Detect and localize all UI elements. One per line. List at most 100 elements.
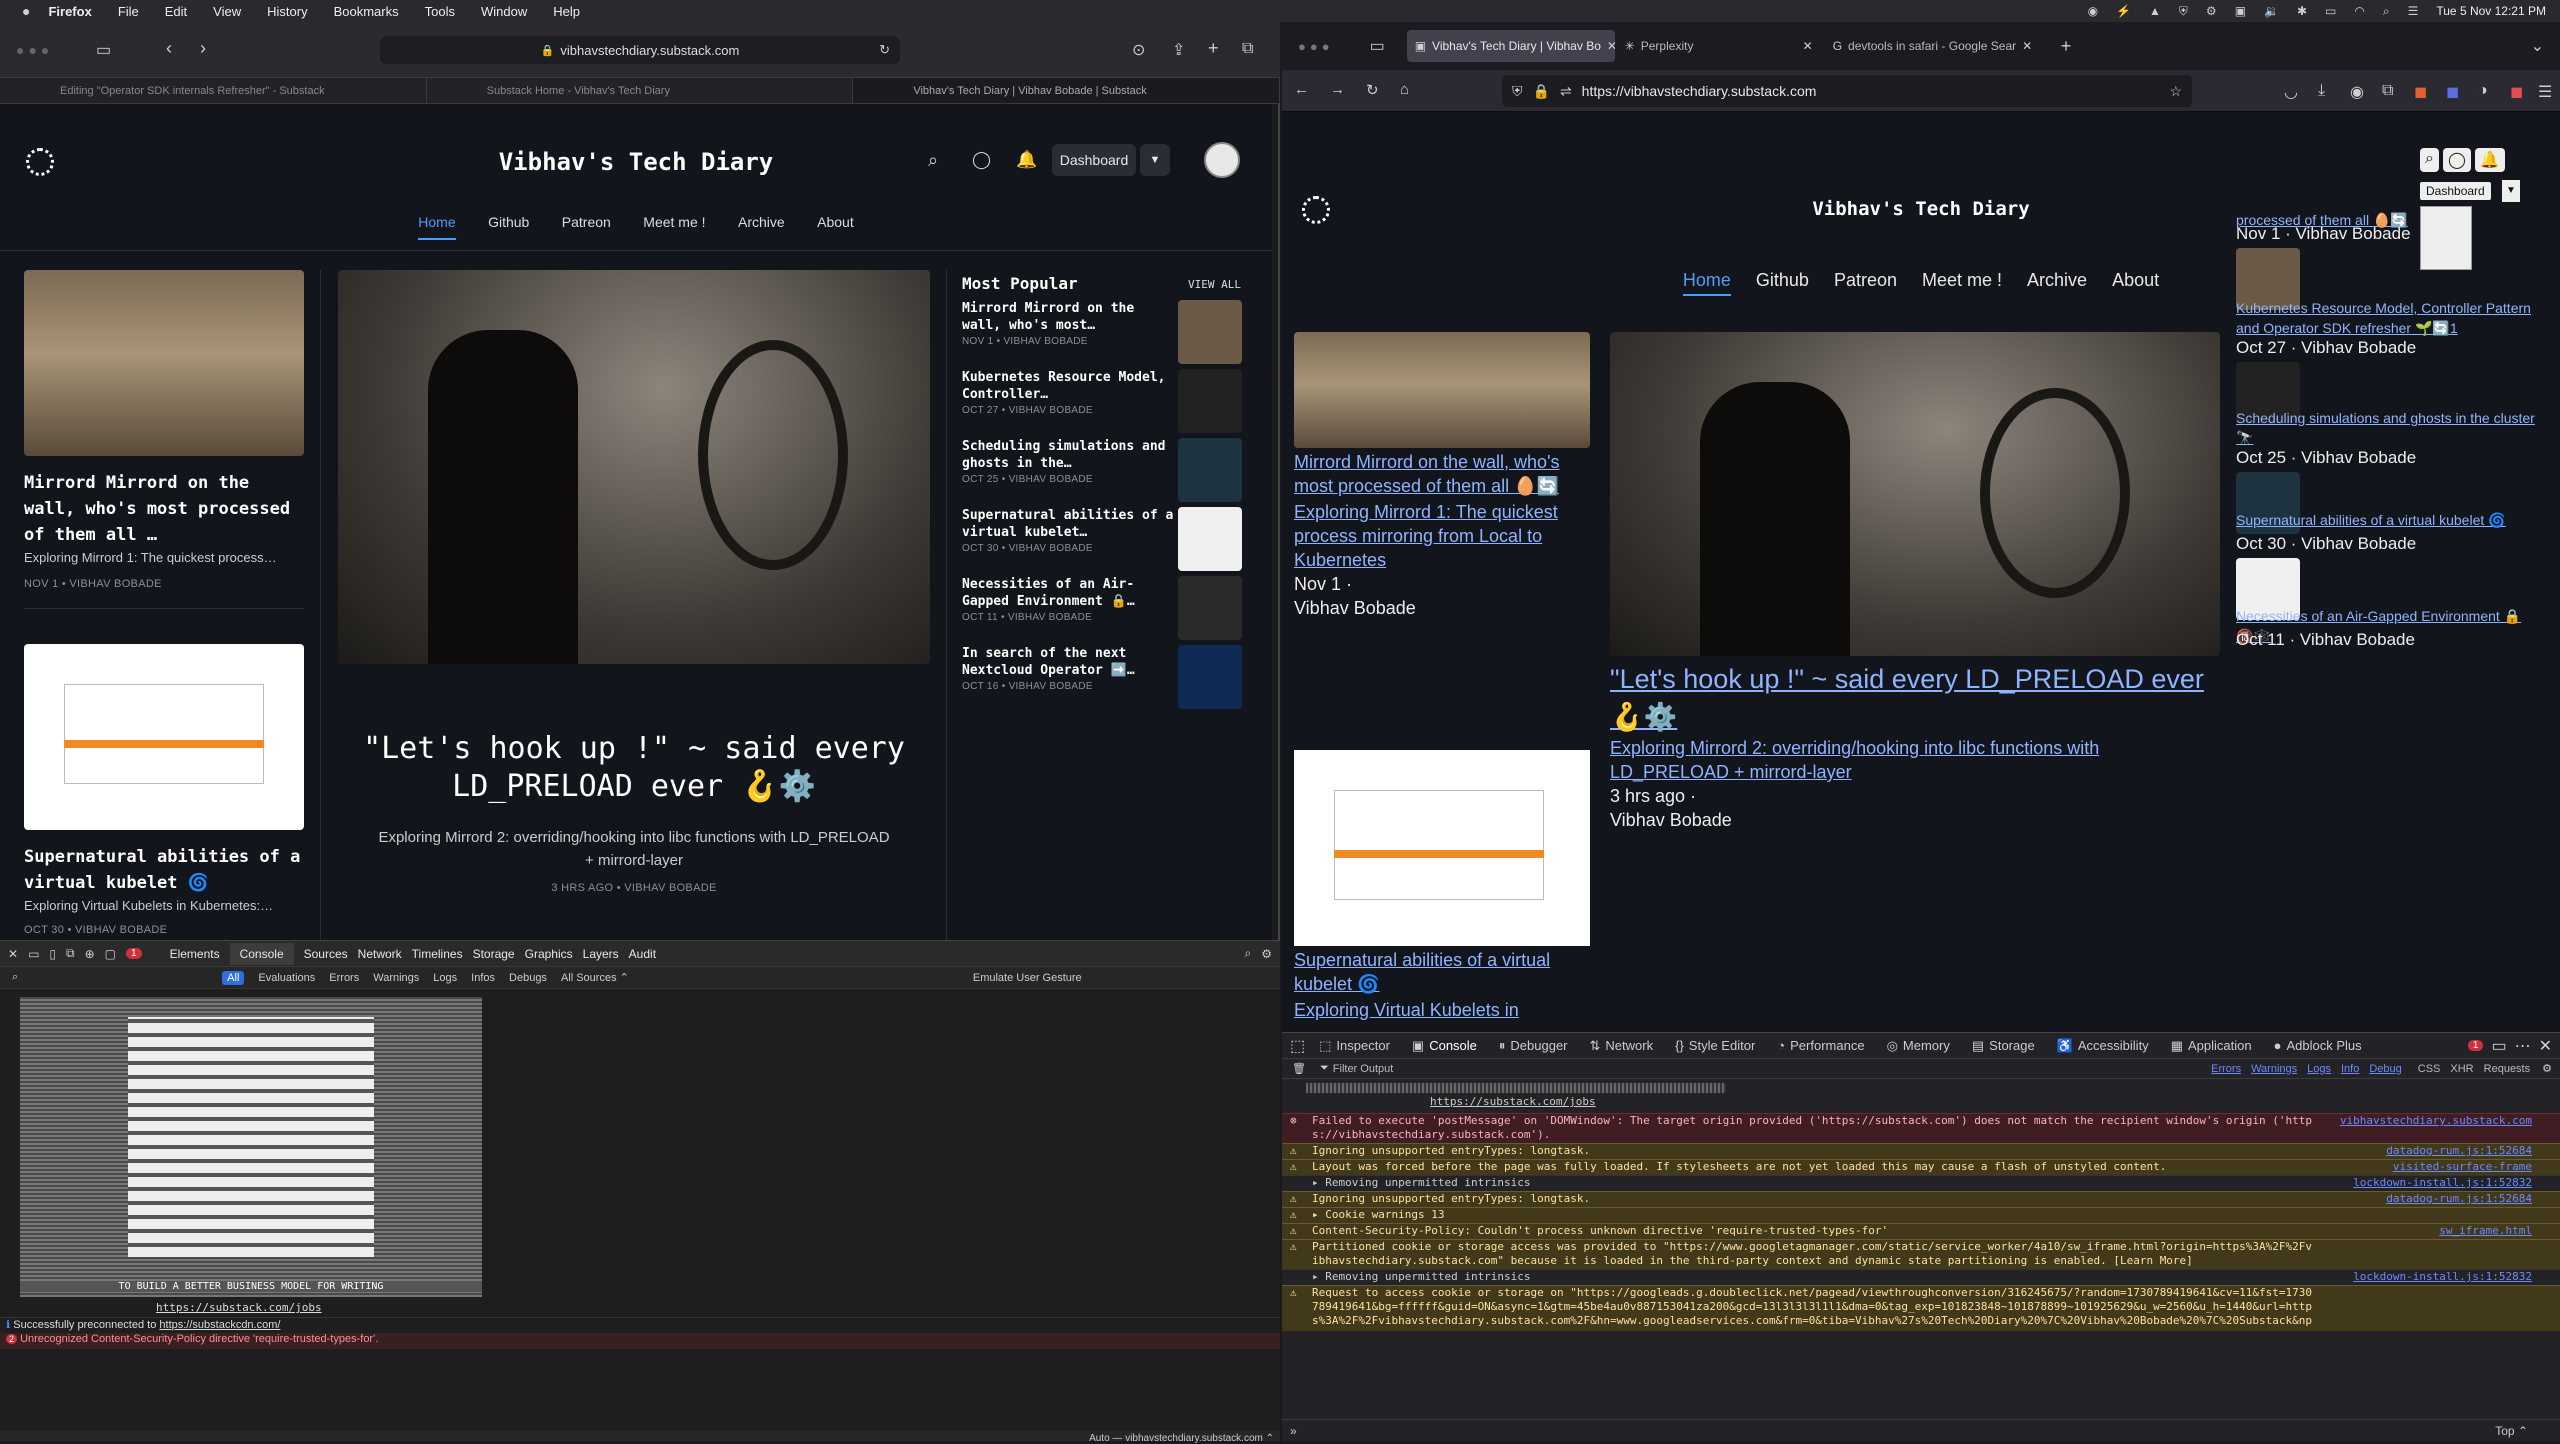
popular-post-title[interactable]: Scheduling simulations and ghosts in the… [962,438,1176,472]
post-title-link[interactable]: Mirrord Mirrord on the wall, who's most … [1294,450,1594,498]
view-all-link[interactable]: VIEW ALL [1188,278,1241,291]
post-title[interactable]: Mirrord Mirrord on the wall, who's most … [24,470,304,548]
permissions-icon[interactable]: ⇌ [1560,83,1572,100]
error-count-badge[interactable]: 1 [2467,1040,2484,1051]
share-icon[interactable]: ⇪ [1172,40,1185,60]
search-icon[interactable]: ⌕ [1245,946,1252,961]
back-icon[interactable]: ‹ [166,38,172,59]
chat-icon[interactable]: ◯ [2442,148,2471,172]
apple-icon[interactable]: ● [22,3,30,19]
tab-substack-home[interactable]: Substack Home - Vibhav's Tech Diary [427,78,854,103]
nav-github[interactable]: Github [488,214,529,230]
all-sources-select[interactable]: All Sources ⌃ [561,971,629,984]
popular-post-title[interactable]: In search of the next Nextcloud Operator… [962,645,1176,679]
filter-infos[interactable]: Infos [471,972,495,984]
devtools-tab-console[interactable]: ▣ Console [1412,1038,1477,1054]
filter-icon[interactable]: ⌕ [12,971,18,984]
console-input[interactable]: » Top ⌃ [1282,1419,2560,1441]
new-tab-icon[interactable]: + [2061,36,2072,57]
wifi-icon[interactable]: ◠ [2354,4,2364,18]
menu-icon[interactable]: ☰ [2538,82,2552,102]
devtools-tab-storage[interactable]: ▤ Storage [1972,1038,2035,1054]
post-author[interactable]: Vibhav Bobade [1294,598,1416,619]
popular-post-title[interactable]: Mirrord Mirrord on the wall, who's most… [962,300,1176,334]
avatar[interactable] [1204,142,1240,178]
menu-history[interactable]: History [267,4,307,19]
console-source-link[interactable]: datadog-rum.js:1:52684 [2386,1192,2532,1206]
popular-post-thumbnail[interactable] [1178,507,1242,571]
url-bar[interactable]: ⛨ 🔒 ⇌ https://vibhavstechdiary.substack.… [1502,75,2192,107]
tab-console[interactable]: Console [229,942,294,965]
post-title[interactable]: Supernatural abilities of a virtual kube… [24,844,304,896]
lock-icon[interactable]: 🔒 [1533,83,1550,100]
emulate-user-gesture-checkbox[interactable]: Emulate User Gesture [973,972,1082,984]
popular-post-thumbnail[interactable] [1178,300,1242,364]
adblock-icon[interactable]: ◼ [2510,82,2523,102]
devtools-tab-adblock-plus[interactable]: ● Adblock Plus [2274,1038,2362,1054]
reload-icon[interactable]: ↻ [1366,81,1379,99]
address-bar[interactable]: 🔒 vibhavstechdiary.substack.com ↻ [380,36,900,64]
dashboard-dropdown[interactable]: ▼ [1140,144,1170,176]
post-image-kubelet-diagram[interactable] [1294,750,1590,946]
filter-all[interactable]: All [222,970,245,985]
menu-edit[interactable]: Edit [165,4,187,19]
triangle-icon[interactable]: ▲ [2149,4,2161,18]
home-icon[interactable]: ⌂ [1400,81,1409,98]
devtools-tab-application[interactable]: ▦ Application [2171,1038,2252,1054]
level-errors[interactable]: Errors [2211,1063,2241,1075]
level-warnings[interactable]: Warnings [2251,1063,2297,1075]
tab-sources[interactable]: Sources [304,947,348,961]
close-tab-icon[interactable]: ✕ [1803,39,1813,53]
hero-title-link[interactable]: "Let's hook up !" ~ said every LD_PRELOA… [1610,660,2210,736]
popular-post-thumbnail[interactable] [1178,438,1242,502]
nav-github[interactable]: Github [1756,270,1809,290]
nav-home[interactable]: Home [418,214,456,240]
post-subtitle-link[interactable]: Exploring Mirrord 1: The quickest proces… [1294,500,1594,572]
gear-icon[interactable]: ⚙ [2206,4,2217,18]
menu-window[interactable]: Window [481,4,527,19]
post-image-mirrord[interactable] [1294,332,1590,448]
nav-about[interactable]: About [2112,270,2159,290]
post-subtitle-link[interactable]: Exploring Virtual Kubelets in [1294,998,1594,1022]
nav-home[interactable]: Home [1682,270,1731,296]
level-info[interactable]: Info [2341,1063,2359,1075]
console-source-link[interactable]: visited-surface-frame [2393,1160,2532,1174]
devtools-tab-style-editor[interactable]: {} Style Editor [1675,1038,1755,1054]
search-icon[interactable]: ⌕ [2383,4,2390,19]
menu-app-name[interactable]: Firefox [48,4,91,19]
download-icon[interactable]: ⊙ [1132,40,1145,60]
hero-subtitle-link[interactable]: Exploring Mirrord 2: overriding/hooking … [1610,736,2170,784]
close-tab-icon[interactable]: ✕ [1607,39,1615,53]
console-source-link[interactable]: lockdown-install.js:1:52832 [2353,1176,2532,1190]
nav-about[interactable]: About [817,214,854,230]
error-count-badge[interactable]: 1 [126,948,142,959]
battery-icon[interactable]: ▭ [2325,4,2336,18]
filter-requests[interactable]: Requests [2484,1063,2530,1075]
url-text[interactable]: https://vibhavstechdiary.substack.com [1582,83,1817,99]
console-message-warn[interactable]: ⚠ Partitioned cookie or storage access wa… [1282,1239,2560,1269]
popular-post-title[interactable]: Supernatural abilities of a virtual kube… [962,507,1176,541]
search-icon[interactable]: ⌕ [2420,148,2439,172]
nav-meet-me[interactable]: Meet me ! [1922,270,2002,290]
devtools-tab-memory[interactable]: ◎ Memory [1887,1038,1950,1054]
hero-image[interactable] [1610,332,2220,656]
nav-archive[interactable]: Archive [2027,270,2087,290]
jobs-link[interactable]: https://substack.com/jobs [156,1301,322,1314]
filter-css[interactable]: CSS [2418,1063,2441,1075]
more-options-icon[interactable]: ⋯ [2515,1036,2531,1056]
dock-icon[interactable]: ▭ [28,947,39,961]
filter-xhr[interactable]: XHR [2450,1063,2473,1075]
box-icon[interactable]: ▣ [2235,4,2246,18]
tab-audit[interactable]: Audit [629,947,656,961]
popular-post-thumbnail[interactable] [1178,645,1242,709]
control-center-icon[interactable]: ☰ [2408,4,2419,18]
console-message-warn[interactable]: ⚠ Content-Security-Policy: Couldn't proce… [1282,1223,2560,1239]
bolt-icon[interactable]: ⚡ [2116,4,2131,18]
console-source-link[interactable]: datadog-rum.js:1:52684 [2386,1144,2532,1158]
console-empty-area[interactable] [0,1351,1280,1431]
forward-icon[interactable]: → [1330,81,1345,98]
console-message-warn[interactable]: ⚠ Layout was forced before the page was f… [1282,1159,2560,1175]
console-message-warn[interactable]: ⚠ Request to access cookie or storage on … [1282,1285,2560,1331]
close-icon[interactable]: ✕ [2539,1036,2552,1056]
account-icon[interactable]: ◉ [2350,82,2364,102]
